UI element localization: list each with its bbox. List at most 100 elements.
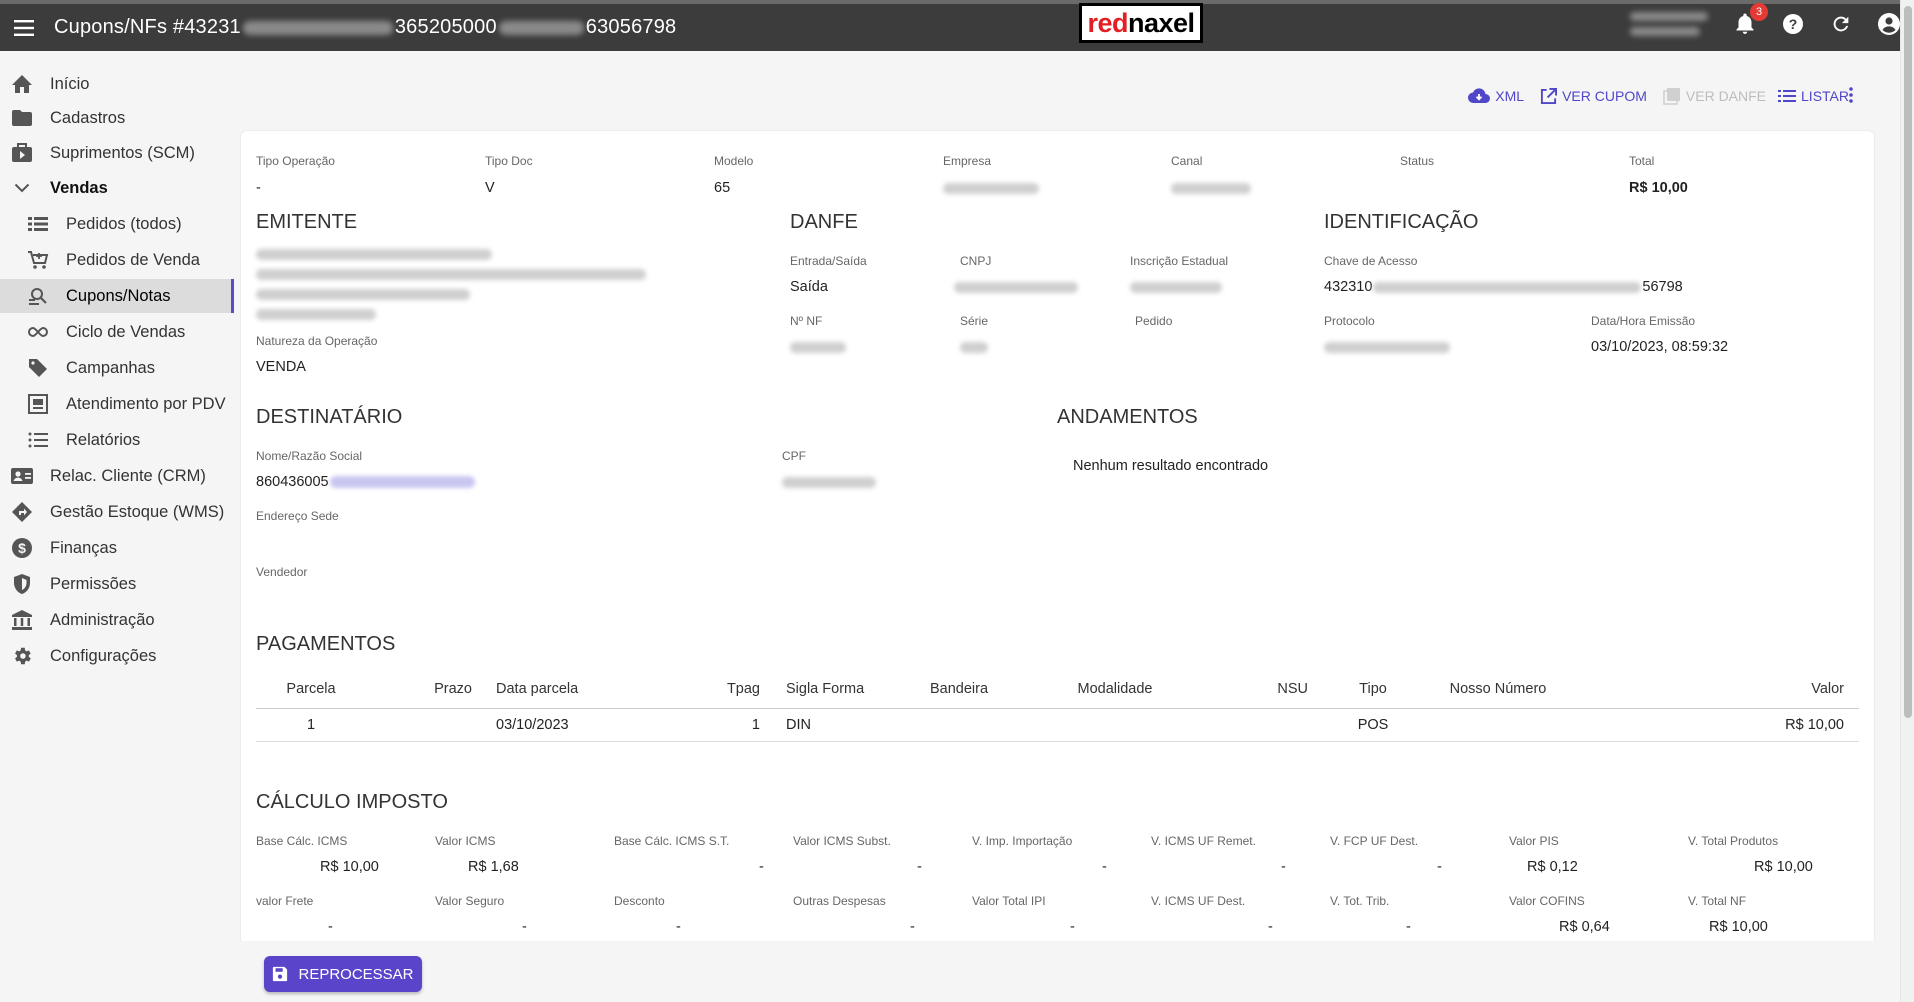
sidebar-item-crm[interactable]: Relac. Cliente (CRM) [0,459,234,493]
cart-icon [26,249,50,271]
sidebar-item-vendas[interactable]: Vendas [0,171,234,205]
v-total-produtos-label: V. Total Produtos [1688,834,1779,848]
folder-icon [10,107,34,129]
xml-download-button[interactable]: XML [1468,88,1524,104]
sidebar-item-pedidos-todos[interactable]: Pedidos (todos) [0,207,234,241]
sidebar-item-configuracoes[interactable]: Configurações [0,639,234,673]
scrollbar-thumb[interactable] [1904,6,1912,718]
valor-seguro-label: Valor Seguro [435,894,505,908]
sidebar-item-label: Permissões [50,575,137,593]
v-icms-uf-remet-label: V. ICMS UF Remet. [1151,834,1256,848]
sidebar-item-label: Cadastros [50,109,126,127]
cpf-redacted [782,477,876,488]
search-doc-icon [26,285,50,307]
ver-cupom-label: VER CUPOM [1562,88,1647,104]
page-scrollbar[interactable] [1900,0,1914,1002]
reprocessar-button[interactable]: REPROCESSAR [264,956,422,992]
pagamentos-table: Parcela Prazo Data parcela Tpag Sigla Fo… [256,671,1859,742]
valor-total-ipi-value: - [1070,919,1075,935]
desconto-value: - [676,919,681,935]
col-bandeira: Bandeira [886,671,1032,709]
col-nsu: NSU [1198,671,1318,709]
refresh-button[interactable] [1828,11,1854,37]
nf-label: Nº NF [790,314,823,328]
col-tpag: Tpag [620,671,766,709]
valor-seguro-value: - [522,919,527,935]
table-row[interactable]: 1 03/10/2023 1 DIN POS R$ 10,00 [256,708,1859,742]
refresh-icon [1833,16,1849,31]
v-fcp-uf-dest-value: - [1437,859,1442,875]
nf-detail-card: Tipo Operação - Tipo Doc V Modelo 65 Emp… [241,131,1874,941]
notifications-button[interactable]: 3 [1732,2,1768,37]
sidebar-item-relatorios[interactable]: Relatórios [0,423,234,457]
cell-parcela: 1 [256,708,366,742]
ver-cupom-button[interactable]: VER CUPOM [1540,87,1647,105]
vendedor-label: Vendedor [256,565,308,579]
help-button[interactable]: ? [1780,11,1806,37]
document-toolbar: XML VER CUPOM VER DANFE LISTAR [1456,84,1849,108]
modelo-value: 65 [714,180,731,196]
danfe-title: DANFE [790,211,858,233]
list-icon [26,213,50,235]
page-title: Cupons/NFs #43231 365205000 63056798 [54,16,677,38]
svg-text:$: $ [18,540,26,556]
hamburger-menu-button[interactable] [2,5,48,51]
cell-nosso-numero [1428,708,1568,742]
table-header-row: Parcela Prazo Data parcela Tpag Sigla Fo… [256,671,1859,709]
base-calc-icms-label: Base Cálc. ICMS [256,834,348,848]
total-value: R$ 10,00 [1629,180,1688,196]
home-icon [10,73,34,95]
gear-icon [10,645,34,667]
v-fcp-uf-dest-label: V. FCP UF Dest. [1330,834,1419,848]
v-icms-uf-remet-value: - [1281,859,1286,875]
v-total-produtos-value: R$ 10,00 [1754,859,1813,875]
sidebar-item-wms[interactable]: Gestão Estoque (WMS) [0,495,234,529]
cell-prazo [366,708,480,742]
sidebar-item-cupons-notas[interactable]: Cupons/Notas [0,279,234,313]
base-calc-icms-value: R$ 10,00 [320,859,379,875]
v-tot-trib-value: - [1406,919,1411,935]
pagamentos-title: PAGAMENTOS [256,633,396,655]
sidebar-item-campanhas[interactable]: Campanhas [0,351,234,385]
rednaxel-logo: red naxel [1079,3,1203,43]
account-button[interactable] [1876,11,1902,37]
sidebar-item-financas[interactable]: $ Finanças [0,531,234,565]
sidebar-item-suprimentos[interactable]: Suprimentos (SCM) [0,136,234,170]
sidebar-item-permissoes[interactable]: Permissões [0,567,234,601]
endereco-sede-label: Endereço Sede [256,509,339,523]
more-options-button[interactable] [1848,86,1854,109]
desconto-label: Desconto [614,894,665,908]
user-name-redacted [1630,11,1708,36]
dollar-icon: $ [10,537,34,559]
sidebar-item-label: Gestão Estoque (WMS) [50,503,225,521]
bank-icon [10,609,34,631]
v-total-nf-label: V. Total NF [1688,894,1747,908]
header-actions: 3 ? [1630,0,1902,47]
canal-label: Canal [1171,154,1203,168]
listar-button[interactable]: LISTAR [1778,88,1849,104]
pedido-label: Pedido [1135,314,1173,328]
bottom-action-bar [241,941,1900,1002]
sidebar-item-administracao[interactable]: Administração [0,603,234,637]
valor-cofins-value: R$ 0,64 [1559,919,1610,935]
sidebar-item-inicio[interactable]: Início [0,67,234,101]
col-prazo: Prazo [366,671,480,709]
sidebar-item-label: Pedidos de Venda [66,251,200,269]
serie-label: Série [960,314,989,328]
valor-cofins-label: Valor COFINS [1509,894,1585,908]
sidebar-item-ciclo-vendas[interactable]: Ciclo de Vendas [0,315,234,349]
supply-icon [10,142,34,164]
natureza-value: VENDA [256,359,306,375]
modelo-label: Modelo [714,154,754,168]
status-label: Status [1400,154,1435,168]
ver-danfe-button[interactable]: VER DANFE [1663,87,1766,105]
sidebar-item-pedidos-venda[interactable]: Pedidos de Venda [0,243,234,277]
empresa-redacted [943,183,1039,194]
valor-icms-subst-value: - [917,859,922,875]
outras-despesas-value: - [910,919,915,935]
sidebar-item-atendimento-pdv[interactable]: Atendimento por PDV [0,387,234,421]
protocolo-redacted [1324,342,1450,353]
sidebar-item-cadastros[interactable]: Cadastros [0,101,234,135]
svg-text:?: ? [1789,16,1798,32]
account-circle-icon [1878,12,1900,35]
